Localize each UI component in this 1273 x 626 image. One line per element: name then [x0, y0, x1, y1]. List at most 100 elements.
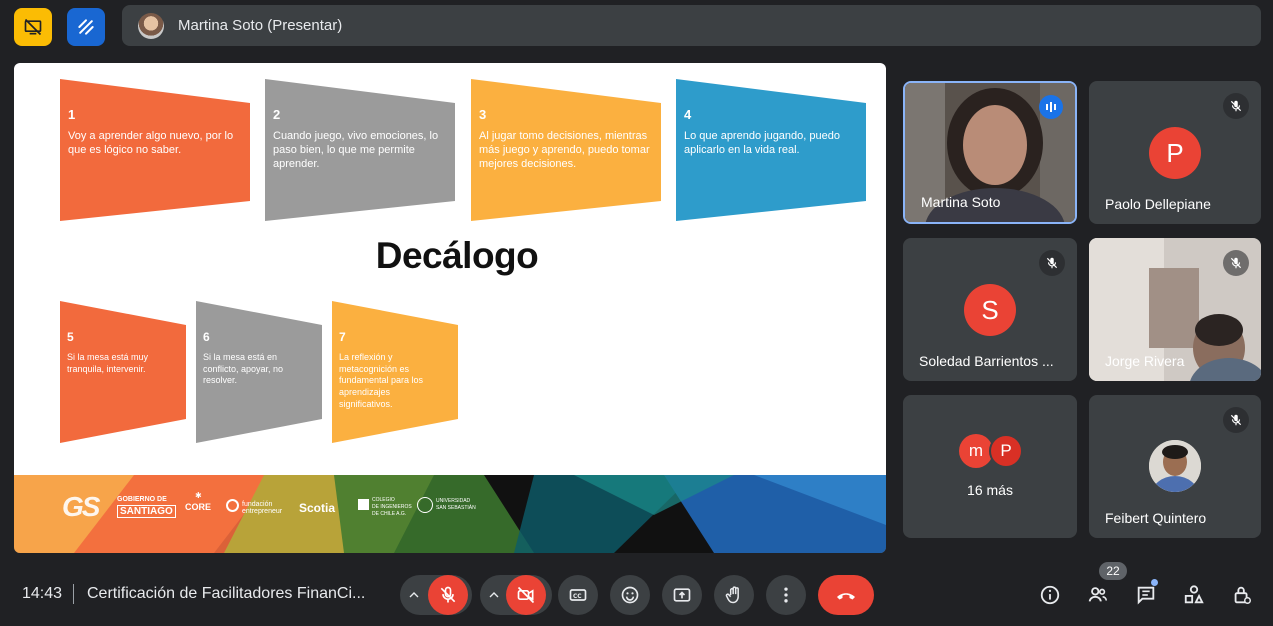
- presentation-off-icon: [24, 18, 42, 36]
- shared-slide: 1 Voy a aprender algo nuevo, por lo que …: [14, 63, 886, 553]
- presenter-bar[interactable]: Martina Soto (Presentar): [122, 5, 1261, 46]
- card-text: Lo que aprendo jugando, puedo aplicarlo …: [684, 130, 840, 156]
- colegio-logo-text-3: DE CHILE A.G.: [372, 511, 407, 517]
- leave-call-button[interactable]: [818, 575, 874, 615]
- chat-notification-dot: [1151, 579, 1158, 586]
- avatar: P: [989, 434, 1023, 468]
- chevron-up-icon: [489, 592, 499, 598]
- mic-off-icon: [1046, 257, 1058, 269]
- card-number: 3: [479, 107, 487, 122]
- scotia-logo: Scotia: [299, 501, 336, 515]
- raise-hand-button[interactable]: [714, 575, 754, 615]
- emoji-icon: [621, 586, 639, 604]
- slide-footer: GS GOBIERNO DE SANTIAGO CORE fundación e…: [14, 475, 886, 553]
- people-icon: [1088, 587, 1108, 602]
- presenter-name: Martina Soto (Presentar): [178, 17, 343, 34]
- camera-off-icon: [517, 586, 535, 604]
- top-bar: Martina Soto (Presentar): [0, 0, 1273, 54]
- colegio-seal-icon: [358, 499, 369, 510]
- participant-tile-feibert-quintero[interactable]: Feibert Quintero: [1089, 395, 1261, 538]
- participant-tile-jorge-rivera[interactable]: Jorge Rivera: [1089, 238, 1261, 381]
- mic-off-icon: [440, 586, 456, 603]
- captions-button[interactable]: CC: [558, 575, 598, 615]
- slide-title: Decálogo: [375, 235, 539, 276]
- present-now-button[interactable]: [662, 575, 702, 615]
- core-logo: CORE: [185, 502, 212, 512]
- card-number: 6: [203, 330, 210, 344]
- card-number: 2: [273, 107, 281, 122]
- muted-indicator: [1223, 93, 1249, 119]
- camera-toggle-button[interactable]: [506, 575, 546, 615]
- participant-name: Soledad Barrientos ...: [919, 353, 1054, 369]
- audio-level-icon: [1046, 102, 1056, 112]
- card-text: Voy a aprender algo nuevo, por lo que es…: [68, 130, 234, 156]
- uss-logo-text-2: SAN SEBASTIÁN: [436, 505, 476, 511]
- meeting-details-button[interactable]: [1036, 581, 1064, 609]
- card-text: Al jugar tomo decisiones, mientras más j…: [479, 130, 650, 170]
- gobierno-logo-text: GOBIERNO DE: [117, 496, 167, 503]
- meeting-title[interactable]: Certificación de Facilitadores FinanCi..…: [87, 585, 365, 603]
- activities-icon: [1184, 585, 1204, 604]
- colegio-logo-text-2: DE INGENIEROS: [372, 504, 412, 510]
- avatar: S: [964, 284, 1016, 336]
- card-text: Cuando juego, vivo emociones, lo paso bi…: [273, 130, 439, 170]
- annotate-button[interactable]: [67, 8, 105, 46]
- people-count-badge: 22: [1099, 562, 1127, 580]
- meeting-clock: 14:43: [22, 585, 63, 602]
- svg-text:CC: CC: [573, 594, 582, 600]
- presentation-off-button[interactable]: [14, 8, 52, 46]
- participant-tile-more[interactable]: m P 16 más: [903, 395, 1077, 538]
- avatar: [1149, 440, 1201, 492]
- participant-name: Jorge Rivera: [1105, 353, 1185, 369]
- divider: [73, 584, 74, 604]
- participant-tile-martina-soto[interactable]: Martina Soto: [903, 81, 1077, 224]
- chat-icon: [1137, 586, 1155, 605]
- avatar: P: [1149, 127, 1201, 179]
- more-icon: [784, 587, 788, 603]
- mic-off-icon: [1230, 257, 1242, 269]
- uss-logo-text-1: UNIVERSIDAD: [436, 498, 471, 504]
- gs-logo: GS: [62, 491, 100, 522]
- card-text: Si la mesa está en conflicto, apoyar, no…: [203, 352, 284, 386]
- captions-icon: CC: [569, 589, 587, 601]
- participant-name: Paolo Dellepiane: [1105, 196, 1211, 212]
- participant-name: Feibert Quintero: [1105, 510, 1207, 526]
- reactions-button[interactable]: [610, 575, 650, 615]
- avatar: m: [959, 434, 993, 468]
- fundacion-circle-icon: [226, 499, 239, 512]
- card-number: 4: [684, 107, 692, 122]
- annotate-icon: [78, 19, 94, 35]
- more-participants-label: 16 más: [967, 482, 1013, 498]
- present-icon: [673, 588, 691, 602]
- participant-tile-soledad-barrientos[interactable]: S Soledad Barrientos ...: [903, 238, 1077, 381]
- entrepreneur-logo-text: entrepreneur: [242, 508, 283, 515]
- info-icon: [1040, 585, 1060, 605]
- end-call-icon: [837, 593, 855, 600]
- mic-off-icon: [1230, 414, 1242, 426]
- mic-off-icon: [1230, 100, 1242, 112]
- muted-indicator: [1039, 250, 1065, 276]
- muted-indicator: [1223, 407, 1249, 433]
- host-controls-button[interactable]: [1228, 581, 1256, 609]
- host-controls-icon: [1234, 586, 1251, 604]
- chevron-up-icon: [409, 592, 419, 598]
- speaking-indicator: [1039, 95, 1063, 119]
- activities-button[interactable]: [1180, 581, 1208, 609]
- card-number: 5: [67, 330, 74, 344]
- card-number: 1: [68, 107, 76, 122]
- card-number: 7: [339, 330, 346, 344]
- muted-indicator: [1223, 250, 1249, 276]
- chat-button[interactable]: [1132, 579, 1160, 609]
- people-button[interactable]: [1084, 581, 1112, 609]
- colegio-logo-text-1: COLEGIO: [372, 497, 395, 503]
- uss-seal-icon: [417, 497, 433, 513]
- presenter-avatar: [138, 12, 164, 39]
- bottom-bar: 14:43 Certificación de Facilitadores Fin…: [0, 568, 1273, 626]
- participant-tile-paolo-dellepiane[interactable]: P Paolo Dellepiane: [1089, 81, 1261, 224]
- card-text: La reflexión y metacognición es fundamen…: [339, 352, 424, 409]
- participant-name: Martina Soto: [921, 194, 1001, 210]
- microphone-toggle-button[interactable]: [428, 575, 468, 615]
- card-text: Si la mesa está muy tranquila, interveni…: [67, 352, 149, 374]
- santiago-logo-text: SANTIAGO: [117, 505, 176, 518]
- more-options-button[interactable]: [766, 575, 806, 615]
